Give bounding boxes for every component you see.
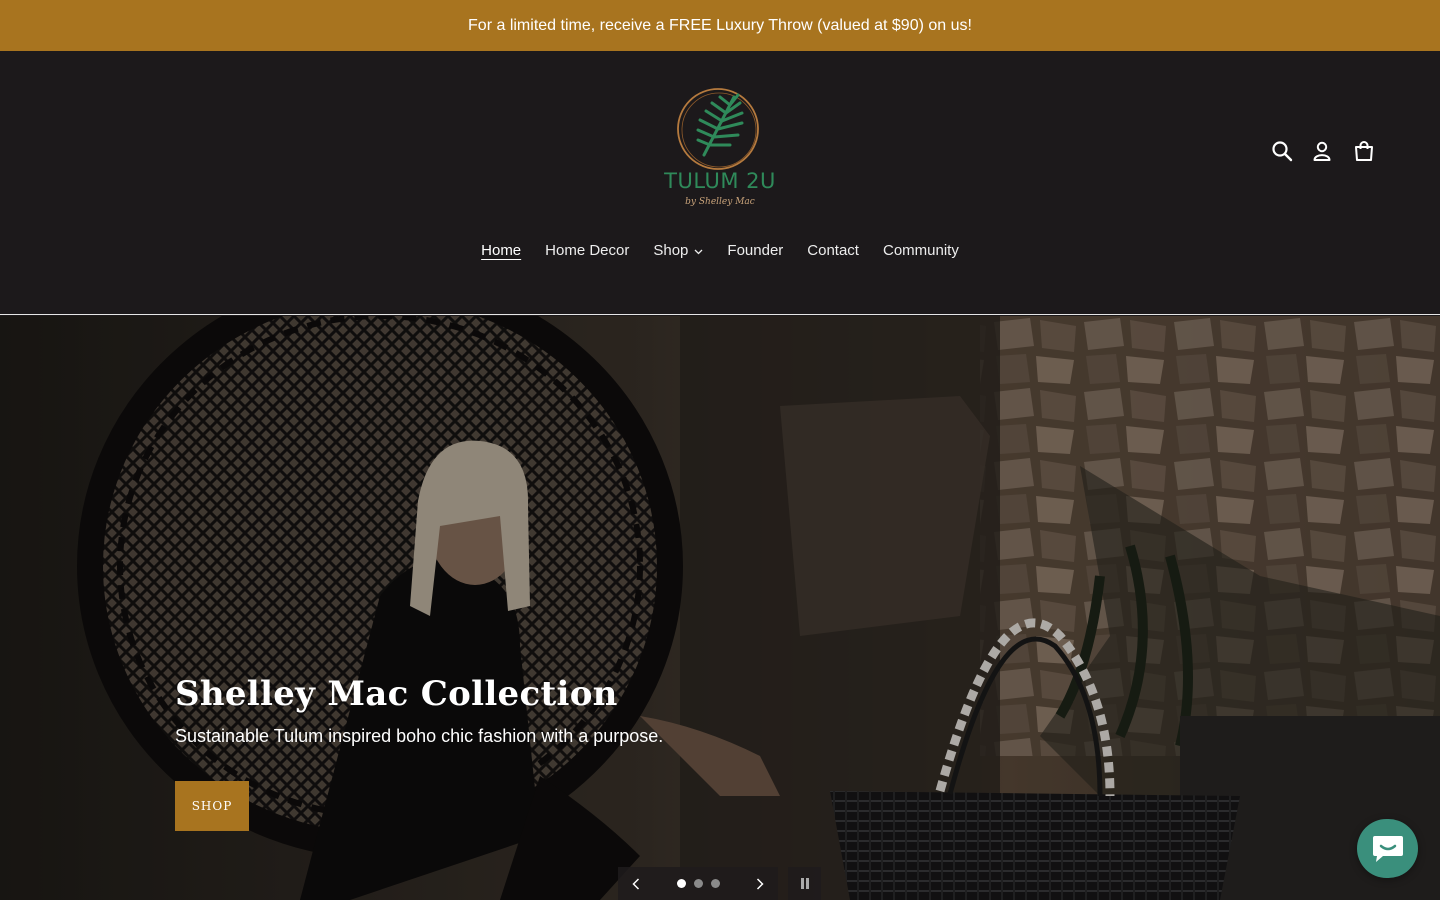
nav-item-label: Community: [882, 242, 959, 259]
hero-title: Shelley Mac Collection: [175, 674, 618, 714]
nav-item-label: Home: [481, 242, 522, 259]
nav-item-contact[interactable]: Contact: [807, 242, 859, 259]
chevron-down-icon: [694, 242, 703, 259]
announcement-text: For a limited time, receive a FREE Luxur…: [468, 16, 972, 34]
nav-item-founder[interactable]: Founder: [727, 242, 783, 259]
search-icon[interactable]: [1268, 137, 1296, 165]
announcement-bar: For a limited time, receive a FREE Luxur…: [0, 0, 1440, 51]
slide-dot-2[interactable]: [693, 879, 703, 888]
nav-item-label: Home Decor: [545, 242, 630, 259]
shop-button-label: SHOP: [191, 799, 233, 813]
chat-icon: [1372, 835, 1403, 862]
cart-icon[interactable]: [1350, 137, 1378, 165]
header-icons: [1266, 137, 1386, 165]
logo-text: TULUM 2U: [664, 169, 776, 193]
hero-slideshow: Shelley Mac Collection Sustainable Tulum…: [0, 316, 1440, 900]
pause-slideshow-button[interactable]: [788, 867, 821, 900]
nav-item-label: Shop: [653, 242, 689, 259]
next-slide-button[interactable]: [756, 877, 764, 890]
nav-item-label: Founder: [727, 242, 784, 259]
nav-item-home[interactable]: Home: [481, 242, 521, 259]
nav-item-label: Contact: [807, 242, 859, 259]
slide-dot-1[interactable]: [676, 879, 686, 888]
nav-item-shop[interactable]: Shop: [653, 242, 703, 259]
hero-subtitle: Sustainable Tulum inspired boho chic fas…: [175, 726, 664, 746]
site-header: TULUM 2U by Shelley Mac Home Home Decor …: [0, 51, 1440, 315]
logo-subtext: by Shelley Mac: [685, 197, 755, 207]
shop-button[interactable]: SHOP: [175, 781, 249, 831]
account-icon[interactable]: [1308, 137, 1336, 165]
slider-controls: [618, 867, 778, 900]
chat-button[interactable]: [1357, 819, 1418, 878]
slide-dot-3[interactable]: [710, 879, 720, 888]
slide-dots: [676, 879, 720, 888]
pause-icon: [800, 878, 809, 889]
nav-item-community[interactable]: Community: [883, 242, 959, 259]
previous-slide-button[interactable]: [632, 877, 640, 890]
nav-item-home-decor[interactable]: Home Decor: [545, 242, 629, 259]
main-nav: Home Home Decor Shop Founder Contact Com…: [0, 242, 1440, 259]
